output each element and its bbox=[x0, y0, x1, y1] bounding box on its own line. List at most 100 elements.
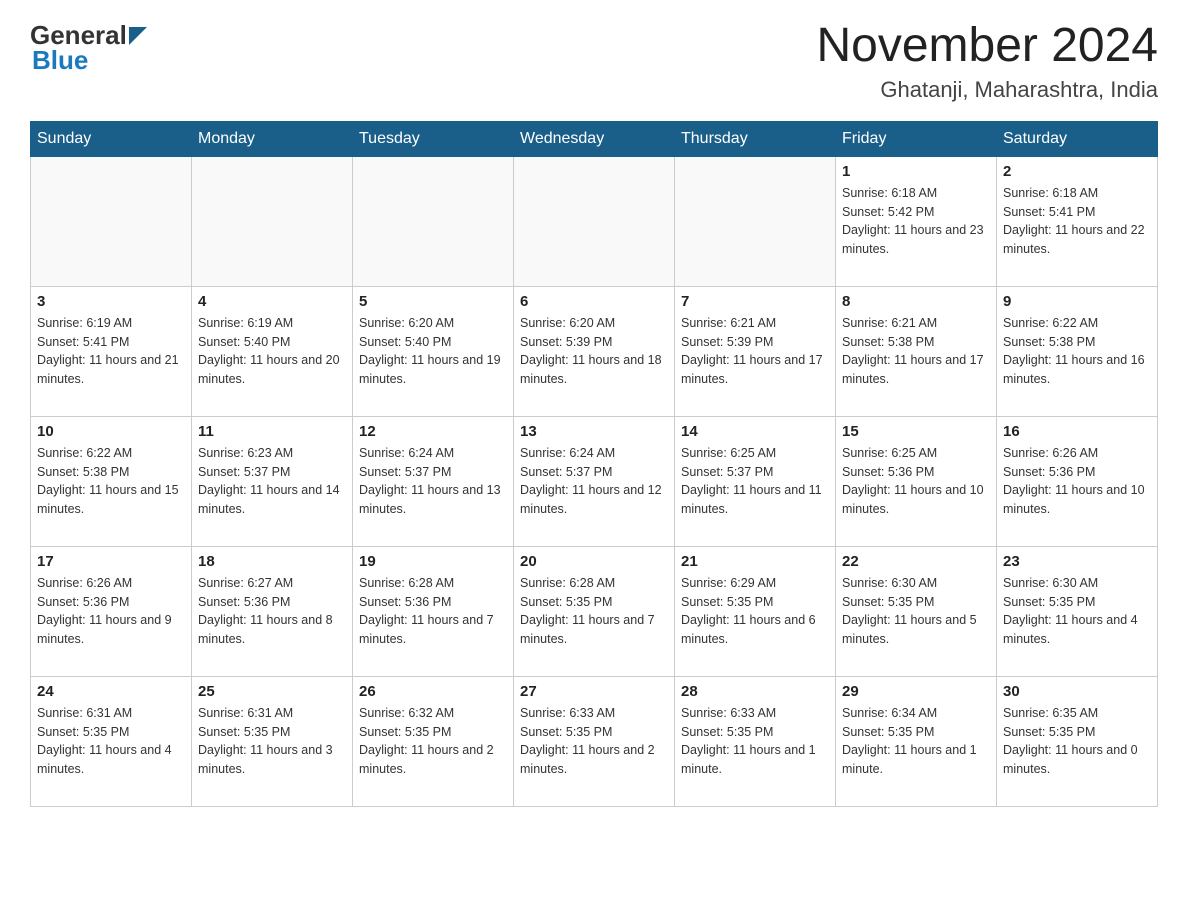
calendar-cell: 8 Sunrise: 6:21 AMSunset: 5:38 PMDaylight… bbox=[836, 286, 997, 416]
calendar-cell: 24Sunrise: 6:31 AMSunset: 5:35 PMDayligh… bbox=[31, 676, 192, 806]
calendar-cell bbox=[353, 156, 514, 286]
day-info: Sunrise: 6:34 AMSunset: 5:35 PMDaylight:… bbox=[842, 704, 990, 779]
day-info: Sunrise: 6:29 AMSunset: 5:35 PMDaylight:… bbox=[681, 574, 829, 649]
day-number: 18 bbox=[198, 553, 346, 570]
calendar-cell: 1Sunrise: 6:18 AMSunset: 5:42 PMDaylight… bbox=[836, 156, 997, 286]
month-title: November 2024 bbox=[816, 20, 1158, 73]
title-area: November 2024 Ghatanji, Maharashtra, Ind… bbox=[816, 20, 1158, 103]
calendar-cell: 3 Sunrise: 6:19 AMSunset: 5:41 PMDaylight… bbox=[31, 286, 192, 416]
calendar-cell: 30 Sunrise: 6:35 AMSunset: 5:35 PMDayligh… bbox=[997, 676, 1158, 806]
calendar-cell: 4 Sunrise: 6:19 AMSunset: 5:40 PMDaylight… bbox=[192, 286, 353, 416]
day-info: Sunrise: 6:20 AMSunset: 5:39 PMDaylight:… bbox=[520, 314, 668, 389]
day-number: 29 bbox=[842, 683, 990, 700]
day-info: Sunrise: 6:18 AMSunset: 5:41 PMDaylight:… bbox=[1003, 184, 1151, 259]
calendar-cell: 10 Sunrise: 6:22 AMSunset: 5:38 PMDayligh… bbox=[31, 416, 192, 546]
day-info: Sunrise: 6:21 AMSunset: 5:38 PMDaylight:… bbox=[842, 314, 990, 389]
week-row: 17 Sunrise: 6:26 AMSunset: 5:36 PMDayligh… bbox=[31, 546, 1158, 676]
calendar-cell: 28 Sunrise: 6:33 AMSunset: 5:35 PMDayligh… bbox=[675, 676, 836, 806]
week-row: 1Sunrise: 6:18 AMSunset: 5:42 PMDaylight… bbox=[31, 156, 1158, 286]
week-row: 24Sunrise: 6:31 AMSunset: 5:35 PMDayligh… bbox=[31, 676, 1158, 806]
calendar-cell: 14 Sunrise: 6:25 AMSunset: 5:37 PMDayligh… bbox=[675, 416, 836, 546]
calendar-cell: 6 Sunrise: 6:20 AMSunset: 5:39 PMDaylight… bbox=[514, 286, 675, 416]
calendar-cell: 9 Sunrise: 6:22 AMSunset: 5:38 PMDaylight… bbox=[997, 286, 1158, 416]
day-number: 8 bbox=[842, 293, 990, 310]
weekday-header-sunday: Sunday bbox=[31, 121, 192, 156]
day-info: Sunrise: 6:33 AMSunset: 5:35 PMDaylight:… bbox=[681, 704, 829, 779]
weekday-header-monday: Monday bbox=[192, 121, 353, 156]
day-info: Sunrise: 6:28 AMSunset: 5:35 PMDaylight:… bbox=[520, 574, 668, 649]
calendar-cell: 12 Sunrise: 6:24 AMSunset: 5:37 PMDayligh… bbox=[353, 416, 514, 546]
calendar-cell: 20 Sunrise: 6:28 AMSunset: 5:35 PMDayligh… bbox=[514, 546, 675, 676]
day-info: Sunrise: 6:22 AMSunset: 5:38 PMDaylight:… bbox=[1003, 314, 1151, 389]
day-info: Sunrise: 6:19 AMSunset: 5:40 PMDaylight:… bbox=[198, 314, 346, 389]
day-number: 23 bbox=[1003, 553, 1151, 570]
calendar-cell: 27 Sunrise: 6:33 AMSunset: 5:35 PMDayligh… bbox=[514, 676, 675, 806]
day-number: 4 bbox=[198, 293, 346, 310]
calendar-cell: 13 Sunrise: 6:24 AMSunset: 5:37 PMDayligh… bbox=[514, 416, 675, 546]
day-number: 20 bbox=[520, 553, 668, 570]
logo-arrow bbox=[127, 20, 147, 51]
day-number: 9 bbox=[1003, 293, 1151, 310]
location-title: Ghatanji, Maharashtra, India bbox=[816, 77, 1158, 103]
day-info: Sunrise: 6:25 AMSunset: 5:36 PMDaylight:… bbox=[842, 444, 990, 519]
day-info: Sunrise: 6:19 AMSunset: 5:41 PMDaylight:… bbox=[37, 314, 185, 389]
day-info: Sunrise: 6:33 AMSunset: 5:35 PMDaylight:… bbox=[520, 704, 668, 779]
header: General Blue November 2024 Ghatanji, Mah… bbox=[30, 20, 1158, 103]
day-info: Sunrise: 6:21 AMSunset: 5:39 PMDaylight:… bbox=[681, 314, 829, 389]
day-info: Sunrise: 6:30 AMSunset: 5:35 PMDaylight:… bbox=[842, 574, 990, 649]
day-info: Sunrise: 6:30 AMSunset: 5:35 PMDaylight:… bbox=[1003, 574, 1151, 649]
day-number: 3 bbox=[37, 293, 185, 310]
calendar-cell: 22 Sunrise: 6:30 AMSunset: 5:35 PMDayligh… bbox=[836, 546, 997, 676]
calendar-cell: 11 Sunrise: 6:23 AMSunset: 5:37 PMDayligh… bbox=[192, 416, 353, 546]
weekday-header-row: SundayMondayTuesdayWednesdayThursdayFrid… bbox=[31, 121, 1158, 156]
day-number: 27 bbox=[520, 683, 668, 700]
day-info: Sunrise: 6:24 AMSunset: 5:37 PMDaylight:… bbox=[520, 444, 668, 519]
calendar-cell: 23 Sunrise: 6:30 AMSunset: 5:35 PMDayligh… bbox=[997, 546, 1158, 676]
day-number: 30 bbox=[1003, 683, 1151, 700]
calendar-cell bbox=[514, 156, 675, 286]
calendar-cell bbox=[675, 156, 836, 286]
calendar-cell: 5 Sunrise: 6:20 AMSunset: 5:40 PMDaylight… bbox=[353, 286, 514, 416]
day-info: Sunrise: 6:28 AMSunset: 5:36 PMDaylight:… bbox=[359, 574, 507, 649]
day-info: Sunrise: 6:26 AMSunset: 5:36 PMDaylight:… bbox=[1003, 444, 1151, 519]
day-info: Sunrise: 6:35 AMSunset: 5:35 PMDaylight:… bbox=[1003, 704, 1151, 779]
day-number: 25 bbox=[198, 683, 346, 700]
week-row: 3 Sunrise: 6:19 AMSunset: 5:41 PMDaylight… bbox=[31, 286, 1158, 416]
weekday-header-friday: Friday bbox=[836, 121, 997, 156]
day-number: 26 bbox=[359, 683, 507, 700]
day-info: Sunrise: 6:26 AMSunset: 5:36 PMDaylight:… bbox=[37, 574, 185, 649]
day-info: Sunrise: 6:23 AMSunset: 5:37 PMDaylight:… bbox=[198, 444, 346, 519]
day-number: 2 bbox=[1003, 163, 1151, 180]
logo-area: General Blue bbox=[30, 20, 147, 76]
calendar-cell: 21 Sunrise: 6:29 AMSunset: 5:35 PMDayligh… bbox=[675, 546, 836, 676]
day-info: Sunrise: 6:31 AMSunset: 5:35 PMDaylight:… bbox=[198, 704, 346, 779]
day-info: Sunrise: 6:25 AMSunset: 5:37 PMDaylight:… bbox=[681, 444, 829, 519]
day-number: 17 bbox=[37, 553, 185, 570]
calendar-table: SundayMondayTuesdayWednesdayThursdayFrid… bbox=[30, 121, 1158, 807]
day-number: 22 bbox=[842, 553, 990, 570]
day-number: 13 bbox=[520, 423, 668, 440]
calendar-cell bbox=[192, 156, 353, 286]
weekday-header-wednesday: Wednesday bbox=[514, 121, 675, 156]
weekday-header-saturday: Saturday bbox=[997, 121, 1158, 156]
day-number: 14 bbox=[681, 423, 829, 440]
day-number: 10 bbox=[37, 423, 185, 440]
day-info: Sunrise: 6:31 AMSunset: 5:35 PMDaylight:… bbox=[37, 704, 185, 779]
day-number: 21 bbox=[681, 553, 829, 570]
day-info: Sunrise: 6:22 AMSunset: 5:38 PMDaylight:… bbox=[37, 444, 185, 519]
calendar-cell: 19Sunrise: 6:28 AMSunset: 5:36 PMDayligh… bbox=[353, 546, 514, 676]
day-number: 28 bbox=[681, 683, 829, 700]
day-number: 7 bbox=[681, 293, 829, 310]
calendar-cell: 25 Sunrise: 6:31 AMSunset: 5:35 PMDayligh… bbox=[192, 676, 353, 806]
day-number: 12 bbox=[359, 423, 507, 440]
calendar-cell: 17 Sunrise: 6:26 AMSunset: 5:36 PMDayligh… bbox=[31, 546, 192, 676]
day-info: Sunrise: 6:24 AMSunset: 5:37 PMDaylight:… bbox=[359, 444, 507, 519]
day-number: 11 bbox=[198, 423, 346, 440]
calendar-cell: 29 Sunrise: 6:34 AMSunset: 5:35 PMDayligh… bbox=[836, 676, 997, 806]
day-number: 15 bbox=[842, 423, 990, 440]
day-number: 5 bbox=[359, 293, 507, 310]
day-info: Sunrise: 6:20 AMSunset: 5:40 PMDaylight:… bbox=[359, 314, 507, 389]
logo-blue: Blue bbox=[30, 45, 88, 76]
calendar-cell: 15 Sunrise: 6:25 AMSunset: 5:36 PMDayligh… bbox=[836, 416, 997, 546]
day-number: 6 bbox=[520, 293, 668, 310]
